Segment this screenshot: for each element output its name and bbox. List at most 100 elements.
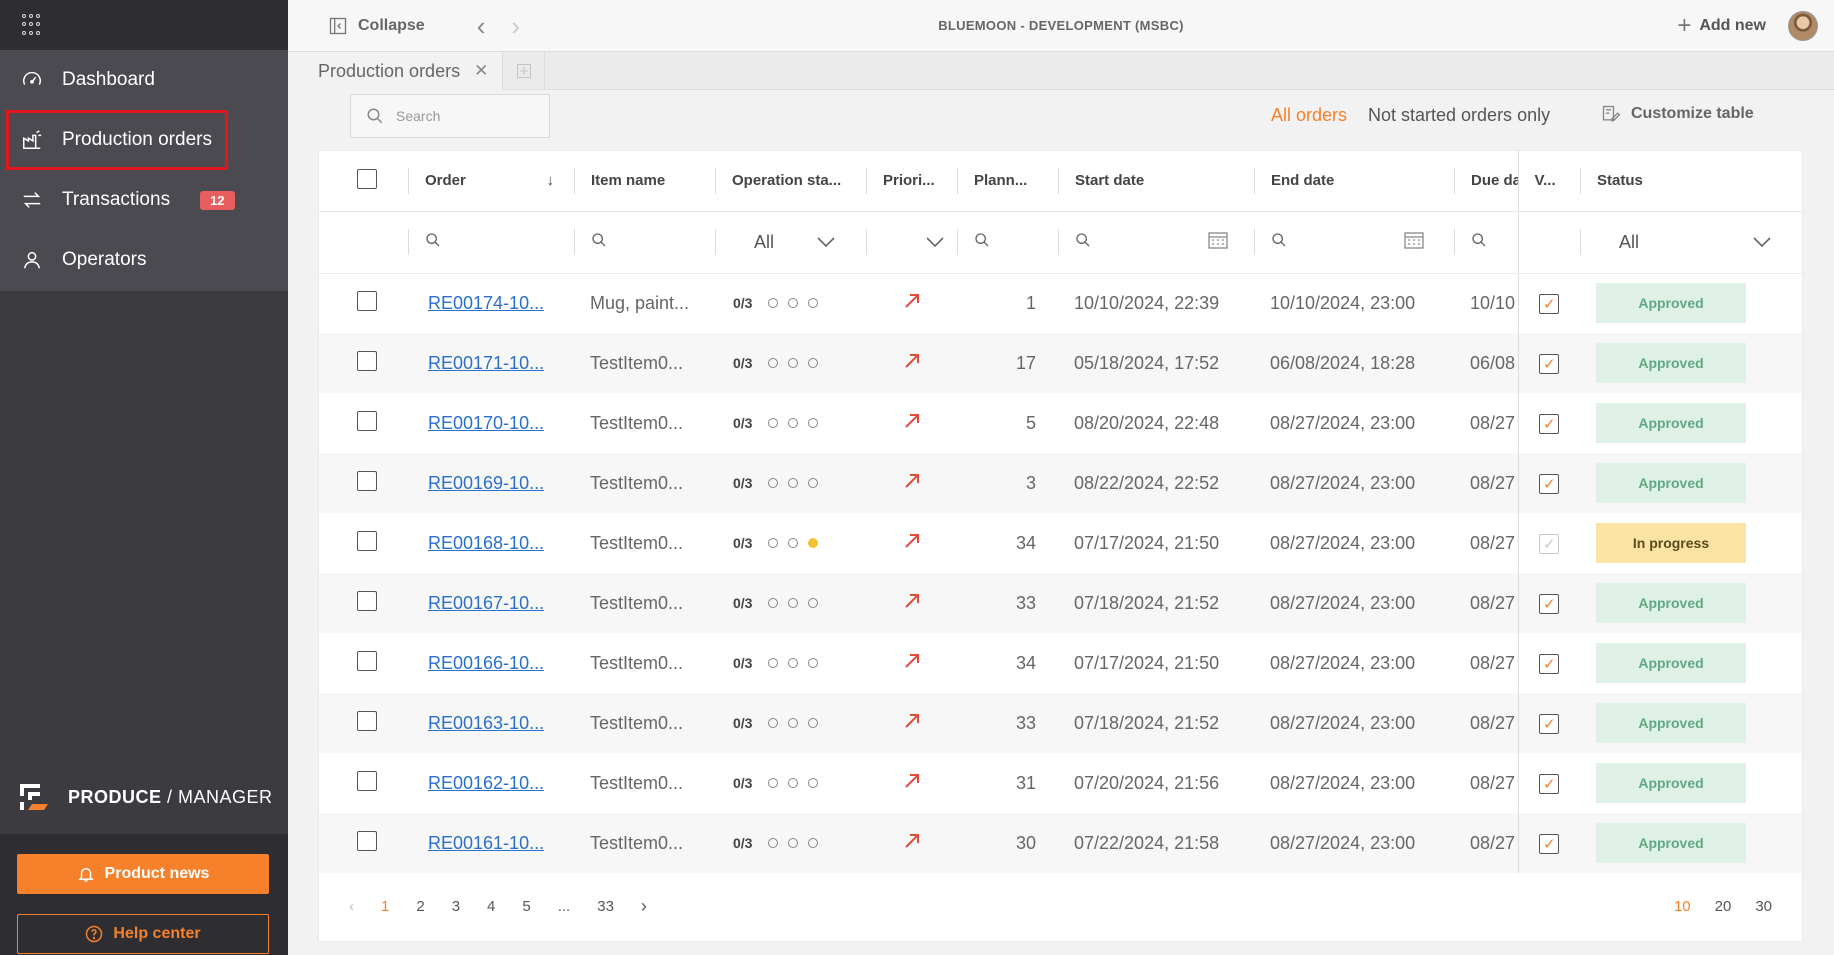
add-new-button[interactable]: + Add new — [1677, 12, 1766, 40]
row-checkbox[interactable] — [357, 410, 377, 431]
row-checkbox[interactable] — [357, 710, 377, 731]
sidebar-item-transactions[interactable]: Transactions 12 — [0, 170, 288, 230]
customize-table-button[interactable]: Customize table — [1601, 104, 1754, 124]
back-arrow-icon[interactable]: ‹ — [477, 13, 486, 39]
calendar-icon[interactable] — [1404, 231, 1424, 254]
order-link[interactable]: RE00167-10... — [408, 593, 544, 613]
help-center-button[interactable]: Help center — [17, 914, 269, 954]
close-tab-icon[interactable]: ✕ — [474, 61, 488, 81]
search-icon[interactable] — [1271, 232, 1287, 253]
v-checkbox[interactable]: ✓ — [1539, 353, 1560, 374]
page-link[interactable]: 3 — [452, 898, 460, 915]
user-avatar[interactable] — [1788, 10, 1818, 41]
filter-priority[interactable] — [866, 211, 957, 274]
col-v[interactable]: V... — [1517, 151, 1580, 212]
filter-item-name[interactable] — [574, 211, 715, 274]
col-priority[interactable]: Priori... — [866, 151, 957, 212]
filter-due-date[interactable] — [1454, 211, 1518, 274]
v-checkbox[interactable]: ✓ — [1539, 413, 1560, 434]
apps-grid-icon[interactable] — [22, 14, 44, 36]
page-size-option[interactable]: 10 — [1674, 898, 1691, 915]
table-row[interactable]: RE00162-10... TestItem0... 0/3 31 07/20/2024… — [319, 753, 1802, 813]
new-tab-button[interactable] — [503, 52, 546, 90]
row-checkbox[interactable] — [357, 830, 377, 851]
next-page-icon[interactable]: › — [641, 896, 647, 917]
order-link[interactable]: RE00174-10... — [408, 293, 544, 313]
v-checkbox[interactable]: ✓ — [1539, 653, 1560, 674]
v-checkbox[interactable]: ✓ — [1539, 293, 1560, 314]
search-icon[interactable] — [591, 232, 607, 253]
table-row[interactable]: RE00163-10... TestItem0... 0/3 33 07/18/2024… — [319, 693, 1802, 753]
order-link[interactable]: RE00169-10... — [408, 473, 544, 493]
v-checkbox[interactable]: ✓ — [1539, 713, 1560, 734]
filter-planned[interactable] — [957, 211, 1058, 274]
filter-start-date[interactable] — [1058, 211, 1254, 274]
col-operation-state[interactable]: Operation sta... — [715, 151, 866, 212]
order-link[interactable]: RE00166-10... — [408, 653, 544, 673]
row-checkbox[interactable] — [357, 770, 377, 791]
page-link[interactable]: 4 — [487, 898, 495, 915]
sidebar-item-production-orders[interactable]: Production orders — [6, 110, 228, 170]
order-link[interactable]: RE00170-10... — [408, 413, 544, 433]
row-checkbox[interactable] — [357, 350, 377, 371]
page-link[interactable]: 2 — [416, 898, 424, 915]
filter-order[interactable] — [408, 211, 574, 274]
order-link[interactable]: RE00162-10... — [408, 773, 544, 793]
table-row[interactable]: RE00167-10... TestItem0... 0/3 33 07/18/2024… — [319, 573, 1802, 633]
col-end-date[interactable]: End date — [1254, 151, 1454, 212]
all-orders-filter[interactable]: All orders — [1271, 105, 1347, 126]
col-order[interactable]: Order ↓ — [408, 151, 574, 212]
order-link[interactable]: RE00161-10... — [408, 833, 544, 853]
v-checkbox[interactable]: ✓ — [1539, 533, 1560, 554]
page-size-option[interactable]: 30 — [1755, 898, 1772, 915]
table-row[interactable]: RE00174-10... Mug, paint... 0/3 1 10/10/2024… — [319, 273, 1802, 333]
v-checkbox[interactable]: ✓ — [1539, 593, 1560, 614]
operation-dot-icon — [788, 718, 799, 728]
row-checkbox[interactable] — [357, 590, 377, 611]
page-size-option[interactable]: 20 — [1715, 898, 1732, 915]
filter-end-date[interactable] — [1254, 211, 1454, 274]
v-checkbox[interactable]: ✓ — [1539, 773, 1560, 794]
search-input[interactable]: Search — [350, 94, 550, 138]
table-row[interactable]: RE00170-10... TestItem0... 0/3 5 08/20/2024,… — [319, 393, 1802, 453]
col-planned[interactable]: Plann... — [957, 151, 1058, 212]
row-checkbox[interactable] — [357, 530, 377, 551]
col-due-date[interactable]: Due da — [1454, 151, 1518, 212]
col-item-name[interactable]: Item name — [574, 151, 715, 212]
row-checkbox[interactable] — [357, 290, 377, 311]
sort-desc-icon[interactable]: ↓ — [547, 172, 555, 189]
table-row[interactable]: RE00169-10... TestItem0... 0/3 3 08/22/2024,… — [319, 453, 1802, 513]
table-row[interactable]: RE00161-10... TestItem0... 0/3 30 07/22/2024… — [319, 813, 1802, 873]
page-link[interactable]: 1 — [381, 898, 389, 915]
filter-operation-state[interactable]: All — [715, 211, 866, 274]
prev-page-icon[interactable]: ‹ — [349, 898, 354, 915]
col-start-date[interactable]: Start date — [1058, 151, 1254, 212]
calendar-icon[interactable] — [1208, 231, 1228, 254]
tab-production-orders[interactable]: Production orders ✕ — [288, 52, 504, 90]
table-row[interactable]: RE00168-10... TestItem0... 0/3 34 07/17/2024… — [319, 513, 1802, 573]
page-link[interactable]: 5 — [522, 898, 530, 915]
v-checkbox[interactable]: ✓ — [1539, 473, 1560, 494]
select-all-checkbox[interactable] — [357, 168, 377, 189]
product-news-button[interactable]: Product news — [17, 854, 269, 894]
search-icon[interactable] — [1471, 232, 1487, 253]
search-icon[interactable] — [974, 232, 990, 253]
row-checkbox[interactable] — [357, 650, 377, 671]
sidebar-item-dashboard[interactable]: Dashboard — [0, 50, 288, 110]
sidebar-item-operators[interactable]: Operators — [0, 230, 288, 290]
row-checkbox[interactable] — [357, 470, 377, 491]
search-icon[interactable] — [1075, 232, 1091, 253]
page-link[interactable]: 33 — [597, 898, 614, 915]
collapse-button[interactable]: Collapse — [328, 16, 425, 36]
col-status[interactable]: Status — [1580, 151, 1802, 212]
forward-arrow-icon[interactable]: › — [511, 13, 520, 39]
table-row[interactable]: RE00166-10... TestItem0... 0/3 34 07/17/2024… — [319, 633, 1802, 693]
filter-status[interactable]: All — [1580, 211, 1802, 274]
v-checkbox[interactable]: ✓ — [1539, 833, 1560, 854]
table-row[interactable]: RE00171-10... TestItem0... 0/3 17 05/18/2024… — [319, 333, 1802, 393]
order-link[interactable]: RE00168-10... — [408, 533, 544, 553]
not-started-filter[interactable]: Not started orders only — [1368, 105, 1550, 126]
search-icon[interactable] — [425, 232, 441, 253]
order-link[interactable]: RE00171-10... — [408, 353, 544, 373]
order-link[interactable]: RE00163-10... — [408, 713, 544, 733]
